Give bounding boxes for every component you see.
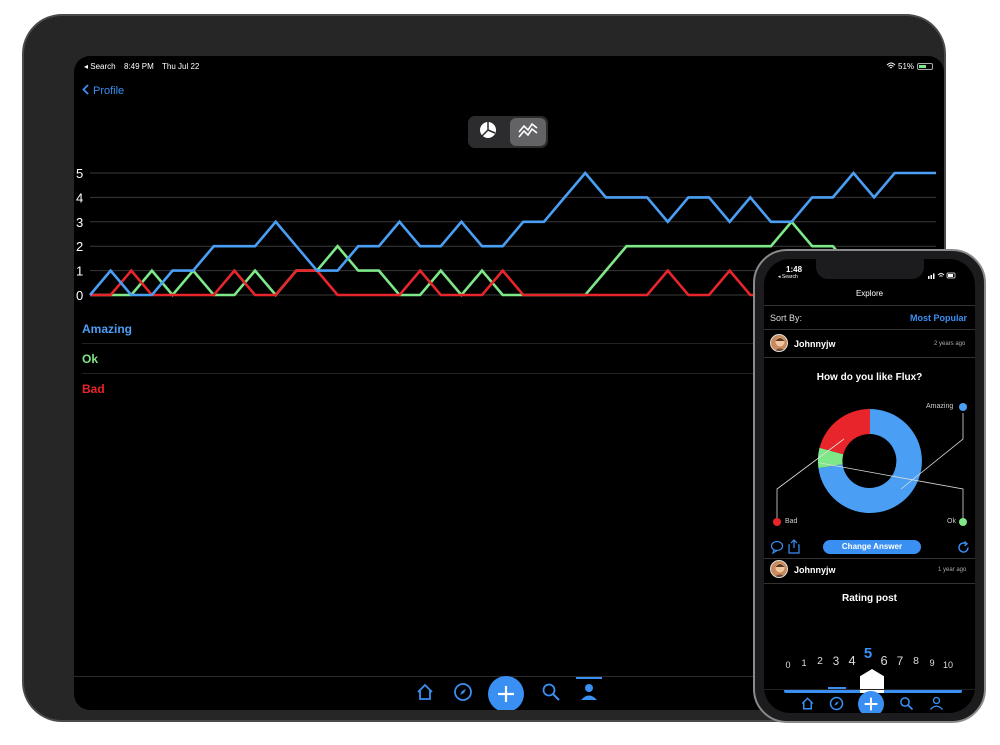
marker-ok bbox=[959, 518, 967, 526]
divider bbox=[764, 357, 975, 358]
notch bbox=[816, 259, 924, 279]
pie-chart-toggle[interactable] bbox=[470, 118, 506, 146]
avatar[interactable] bbox=[770, 334, 788, 352]
line-chart-icon bbox=[517, 120, 539, 145]
compass-icon bbox=[453, 682, 473, 707]
search-tab[interactable] bbox=[540, 683, 562, 705]
profile-tab[interactable] bbox=[576, 677, 602, 707]
comment-icon[interactable] bbox=[770, 540, 784, 559]
y-tick-label: 5 bbox=[76, 166, 83, 181]
profile-icon bbox=[579, 682, 599, 707]
marker-bad bbox=[773, 518, 781, 526]
battery-icon bbox=[917, 63, 933, 70]
rating-option[interactable]: 4 bbox=[845, 653, 859, 668]
avatar[interactable] bbox=[770, 560, 788, 578]
explore-tab-indicator bbox=[828, 687, 846, 689]
search-icon bbox=[541, 682, 561, 707]
home-tab[interactable] bbox=[414, 683, 436, 705]
y-tick-label: 0 bbox=[76, 288, 83, 303]
legend-bad[interactable]: Bad bbox=[82, 374, 842, 404]
divider bbox=[764, 329, 975, 330]
y-tick-label: 3 bbox=[76, 215, 83, 230]
iphone-frame: 1:48 ◂ Search Explore Sort By: Most Popu… bbox=[753, 249, 986, 723]
rating-option[interactable]: 5 bbox=[861, 645, 875, 662]
chevron-left-icon bbox=[82, 84, 89, 98]
iphone-screen: 1:48 ◂ Search Explore Sort By: Most Popu… bbox=[764, 259, 975, 713]
rating-option[interactable]: 7 bbox=[893, 655, 907, 668]
create-post-button[interactable] bbox=[858, 691, 884, 713]
refresh-icon[interactable] bbox=[957, 540, 970, 559]
divider bbox=[764, 689, 975, 690]
rating-option[interactable]: 9 bbox=[925, 658, 939, 668]
rating-option[interactable]: 10 bbox=[941, 660, 955, 670]
status-time: 8:49 PM bbox=[124, 62, 154, 71]
compass-icon[interactable] bbox=[829, 696, 844, 713]
home-icon[interactable] bbox=[800, 696, 815, 713]
share-icon[interactable] bbox=[787, 539, 801, 559]
phone-status-time: 1:48 bbox=[786, 265, 803, 274]
plus-icon bbox=[863, 696, 879, 713]
label-amazing: Amazing bbox=[926, 403, 954, 410]
y-tick-label: 2 bbox=[76, 239, 83, 254]
post-username[interactable]: Johnnyjw bbox=[794, 565, 836, 575]
rating-option[interactable]: 3 bbox=[829, 655, 843, 668]
legend-amazing[interactable]: Amazing bbox=[82, 314, 842, 344]
rating-option[interactable]: 1 bbox=[797, 658, 811, 668]
rating-option[interactable]: 6 bbox=[877, 653, 891, 668]
post-timestamp: 2 years ago bbox=[934, 341, 966, 347]
marker-amazing bbox=[959, 403, 967, 411]
back-to-profile-button[interactable]: Profile bbox=[82, 84, 124, 98]
rating-option[interactable]: 8 bbox=[909, 656, 923, 667]
create-post-button[interactable] bbox=[488, 676, 524, 710]
divider bbox=[764, 583, 975, 584]
explore-title: Explore bbox=[855, 289, 884, 298]
post-timestamp: 1 year ago bbox=[938, 567, 967, 573]
y-tick-label: 1 bbox=[76, 264, 83, 279]
divider bbox=[764, 558, 975, 559]
sort-label: Sort By: bbox=[770, 313, 803, 323]
status-date: Thu Jul 22 bbox=[162, 62, 200, 71]
rating-post-title: Rating post bbox=[842, 593, 897, 604]
profile-tab-indicator bbox=[576, 677, 602, 679]
line-chart-toggle[interactable] bbox=[510, 118, 546, 146]
donut-slice-bad bbox=[819, 408, 870, 455]
sort-dropdown[interactable]: Most Popular bbox=[910, 313, 967, 323]
legend-ok[interactable]: Ok bbox=[82, 344, 842, 374]
label-bad: Bad bbox=[785, 518, 798, 525]
plus-icon bbox=[496, 684, 516, 709]
divider bbox=[764, 305, 975, 306]
label-ok: Ok bbox=[947, 518, 956, 525]
poll-donut-chart[interactable] bbox=[764, 389, 975, 539]
search-icon[interactable] bbox=[899, 696, 914, 713]
change-answer-button[interactable]: Change Answer bbox=[823, 540, 921, 554]
battery-percent: 51% bbox=[898, 62, 915, 71]
explore-tab[interactable] bbox=[452, 682, 474, 707]
rating-option[interactable]: 2 bbox=[813, 656, 827, 667]
rating-option[interactable]: 0 bbox=[781, 660, 795, 670]
status-back-search[interactable]: ◂ Search bbox=[84, 62, 116, 71]
profile-icon[interactable] bbox=[929, 696, 944, 713]
phone-signal-icon bbox=[928, 266, 956, 284]
post-username[interactable]: Johnnyjw bbox=[794, 339, 836, 349]
phone-back-search[interactable]: ◂ Search bbox=[778, 274, 798, 280]
wifi-icon bbox=[886, 62, 896, 72]
home-icon bbox=[415, 682, 435, 707]
pie-chart-icon bbox=[478, 120, 498, 145]
back-label: Profile bbox=[93, 85, 125, 97]
chart-type-segmented-control bbox=[468, 116, 548, 148]
y-tick-label: 4 bbox=[76, 190, 83, 205]
poll-question: How do you like Flux? bbox=[816, 372, 923, 383]
